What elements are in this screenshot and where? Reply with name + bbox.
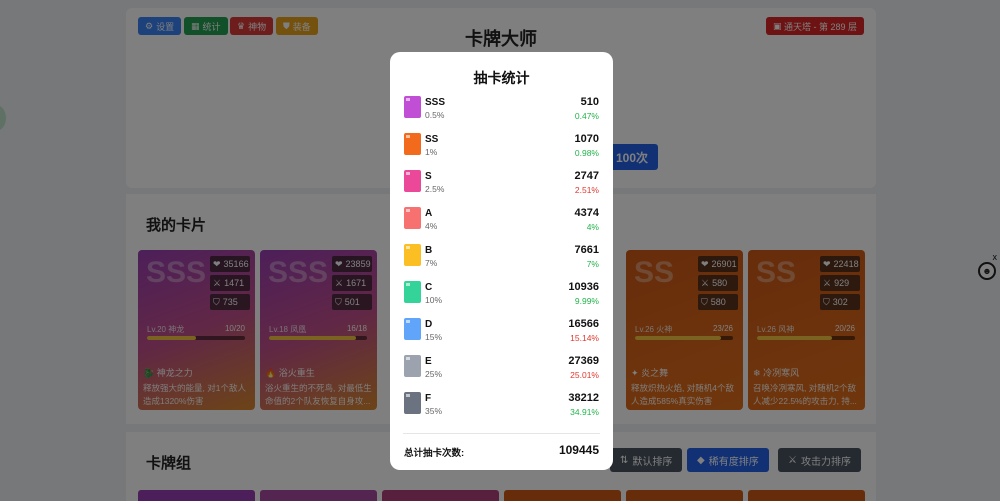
draw-stats-modal: 抽卡统计 SSS 0.5% 510 0.47% SS 1% 1070 0.98% S 2.5%…: [390, 52, 613, 470]
rarity-count: 4374: [574, 207, 599, 219]
rarity-count: 510: [580, 96, 599, 108]
card-color-icon: [404, 207, 421, 229]
rarity-name: E: [425, 356, 432, 367]
stats-row: SS 1% 1070 0.98%: [403, 133, 600, 170]
rarity-prob: 4%: [425, 221, 438, 231]
rarity-name: C: [425, 282, 433, 293]
card-color-icon: [404, 133, 421, 155]
stats-row: C 10% 10936 9.99%: [403, 281, 600, 318]
rarity-pct: 34.91%: [570, 407, 599, 417]
rarity-prob: 25%: [425, 369, 443, 379]
stats-row: A 4% 4374 4%: [403, 207, 600, 244]
rarity-count: 38212: [568, 392, 599, 404]
rarity-prob: 35%: [425, 406, 443, 416]
card-color-icon: [404, 355, 421, 377]
divider: [403, 433, 600, 434]
stats-row: SSS 0.5% 510 0.47%: [403, 96, 600, 133]
card-color-icon: [404, 392, 421, 414]
rarity-prob: 0.5%: [425, 110, 445, 120]
card-color-icon: [404, 244, 421, 266]
rarity-count: 27369: [568, 355, 599, 367]
rarity-pct: 0.98%: [574, 148, 599, 158]
rarity-prob: 10%: [425, 295, 443, 305]
rarity-pct: 2.51%: [574, 185, 599, 195]
rarity-count: 7661: [574, 244, 599, 256]
stats-row: D 15% 16566 15.14%: [403, 318, 600, 355]
stats-row: E 25% 27369 25.01%: [403, 355, 600, 392]
modal-title: 抽卡统计: [473, 70, 530, 86]
rarity-count: 2747: [574, 170, 599, 182]
rarity-pct: 9.99%: [574, 296, 599, 306]
rarity-name: D: [425, 319, 433, 330]
rarity-pct: 4%: [586, 222, 599, 232]
card-color-icon: [404, 281, 421, 303]
rarity-prob: 7%: [425, 258, 438, 268]
card-color-icon: [404, 170, 421, 192]
stats-row: S 2.5% 2747 2.51%: [403, 170, 600, 207]
stats-row: B 7% 7661 7%: [403, 244, 600, 281]
rarity-name: S: [425, 171, 432, 182]
rarity-pct: 0.47%: [574, 111, 599, 121]
total-label: 总计抽卡次数:: [404, 448, 465, 459]
rarity-count: 1070: [574, 133, 599, 145]
rarity-name: SSS: [425, 97, 446, 108]
rarity-name: SS: [425, 134, 439, 145]
rarity-prob: 15%: [425, 332, 443, 342]
total-value: 109445: [558, 443, 599, 457]
card-color-icon: [404, 96, 421, 118]
rarity-name: F: [425, 393, 432, 404]
rarity-count: 10936: [568, 281, 599, 293]
rarity-pct: 25.01%: [570, 370, 599, 380]
stats-list: SSS 0.5% 510 0.47% SS 1% 1070 0.98% S 2.5% 2747 2…: [403, 96, 600, 429]
rarity-prob: 2.5%: [425, 184, 445, 194]
rarity-prob: 1%: [425, 147, 438, 157]
card-color-icon: [404, 318, 421, 340]
rarity-pct: 15.14%: [570, 333, 599, 343]
rarity-pct: 7%: [586, 259, 599, 269]
stats-row: F 35% 38212 34.91%: [403, 392, 600, 429]
rarity-name: B: [425, 245, 433, 256]
rarity-name: A: [425, 208, 433, 219]
rarity-count: 16566: [568, 318, 599, 330]
